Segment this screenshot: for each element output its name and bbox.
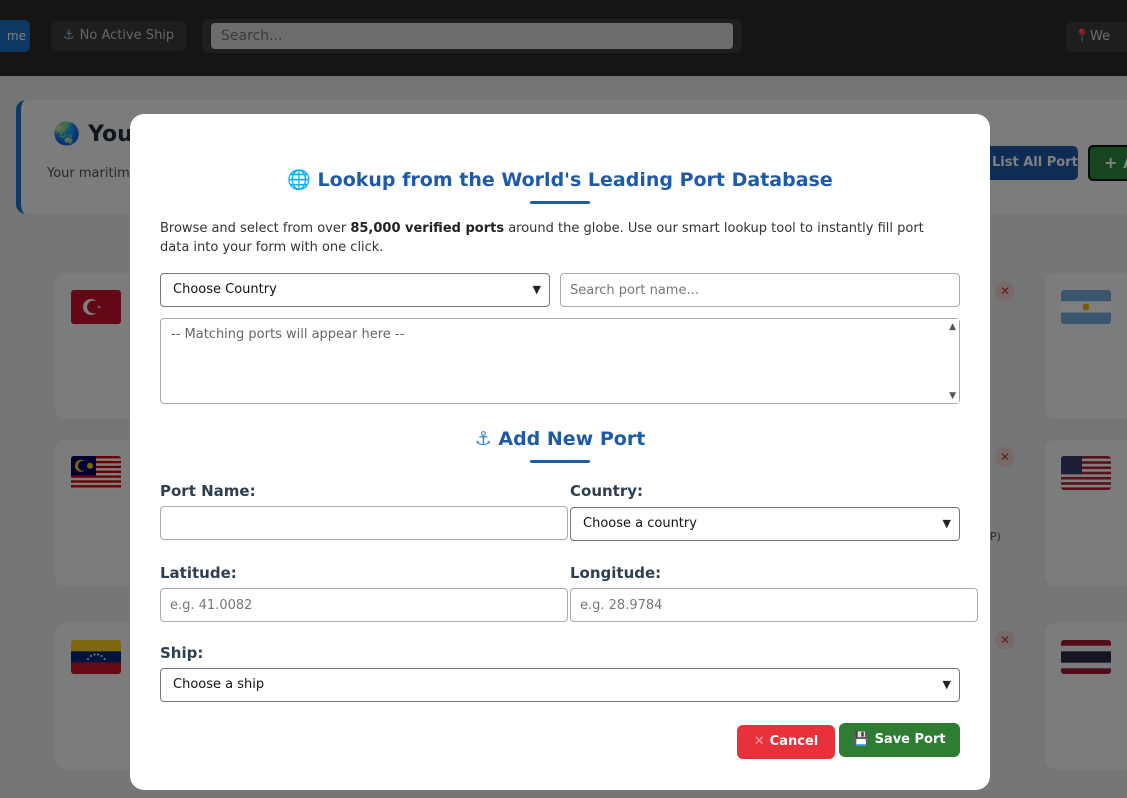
port-search-input[interactable] <box>560 273 960 307</box>
scroll-down-arrow-icon[interactable]: ▼ <box>949 391 956 401</box>
port-name-label: Port Name: <box>160 482 256 500</box>
add-title-underline <box>530 460 590 463</box>
ship-label: Ship: <box>160 644 204 662</box>
longitude-label: Longitude: <box>570 564 662 582</box>
chevron-down-icon: ▼ <box>942 517 951 530</box>
results-placeholder-option[interactable]: -- Matching ports will appear here -- <box>171 327 404 342</box>
lookup-title-underline <box>530 201 590 204</box>
country-label: Country: <box>570 482 644 500</box>
port-results-list[interactable]: -- Matching ports will appear here -- ▲ … <box>160 318 960 404</box>
cancel-button[interactable]: ✕ Cancel <box>737 725 835 759</box>
chevron-down-icon: ▼ <box>532 283 541 296</box>
add-port-section-title: ⚓ Add New Port <box>474 428 646 450</box>
latitude-input[interactable] <box>160 588 568 622</box>
close-icon: ✕ <box>753 734 765 749</box>
add-port-modal: 🌐 Lookup from the World's Leading Port D… <box>130 114 990 790</box>
port-name-input[interactable] <box>160 506 568 540</box>
lookup-description: Browse and select from over 85,000 verif… <box>160 221 924 255</box>
anchor-icon: ⚓ <box>474 428 492 450</box>
ship-select[interactable]: Choose a ship ▼ <box>160 668 960 702</box>
latitude-label: Latitude: <box>160 564 237 582</box>
save-port-button[interactable]: 💾 Save Port <box>839 723 960 757</box>
chevron-down-icon: ▼ <box>942 678 951 691</box>
globe-icon: 🌐 <box>287 169 311 191</box>
results-scrollbar[interactable]: ▲ ▼ <box>943 319 959 403</box>
lookup-section-title: 🌐 Lookup from the World's Leading Port D… <box>287 169 833 191</box>
floppy-disk-icon: 💾 <box>853 732 870 747</box>
longitude-input[interactable] <box>570 588 978 622</box>
scroll-up-arrow-icon[interactable]: ▲ <box>949 322 956 332</box>
lookup-country-select[interactable]: Choose Country ▼ <box>160 273 550 307</box>
country-select[interactable]: Choose a country ▼ <box>570 507 960 541</box>
